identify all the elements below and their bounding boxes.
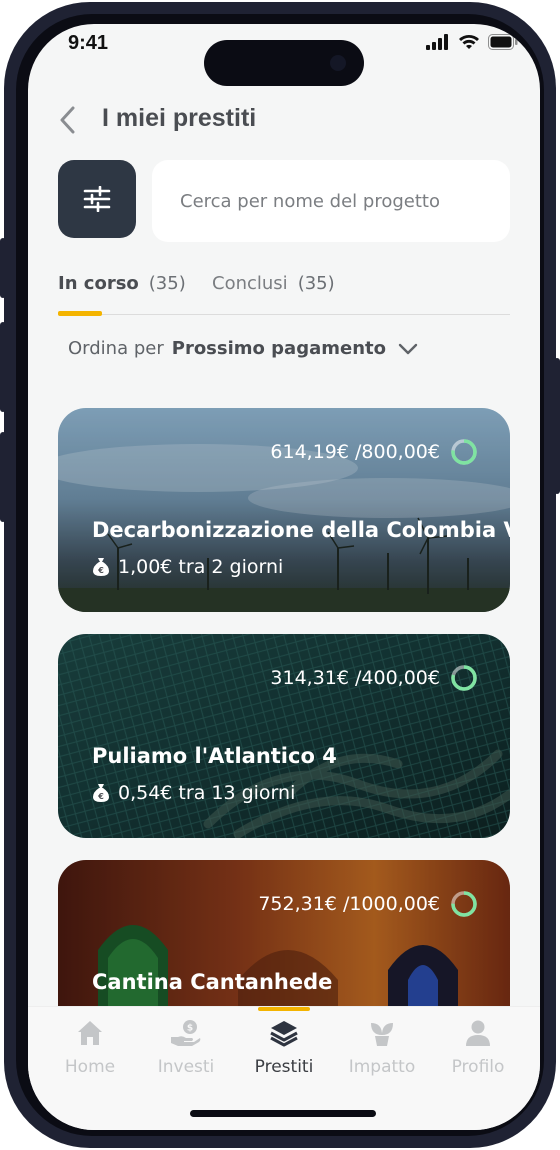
next-payment: € 0,54€ tra 13 giorni <box>92 782 295 804</box>
money-bag-icon: € <box>93 784 109 802</box>
app-screen: 9:41 I miei prestiti Cerca per nome del … <box>28 24 540 1130</box>
tab-label: Conclusi <box>212 273 288 294</box>
tab-divider <box>58 314 510 315</box>
search-input[interactable] <box>152 160 510 242</box>
loan-card[interactable]: 314,31€ /400,00€ Puliamo l'Atlantico 4 €… <box>58 634 510 838</box>
sort-label: Ordina per <box>68 338 164 359</box>
mute-switch <box>0 238 6 298</box>
amount-text: 752,31€ /1000,00€ <box>258 893 440 915</box>
home-indicator <box>190 1110 376 1117</box>
page-title: I miei prestiti <box>102 104 257 132</box>
layers-icon <box>270 1021 298 1047</box>
power-button <box>554 358 560 494</box>
back-button[interactable] <box>54 104 82 136</box>
loan-card[interactable]: 614,19€ /800,00€ Decarbonizzazione della… <box>58 408 510 612</box>
payment-text: 0,54€ tra 13 giorni <box>118 782 296 804</box>
svg-text:$: $ <box>187 1024 193 1034</box>
nav-label: Impatto <box>348 1057 416 1077</box>
plant-icon <box>371 1023 393 1046</box>
nav-home[interactable]: Home <box>40 1019 140 1077</box>
cellular-signal-icon <box>426 34 448 50</box>
battery-icon <box>488 34 518 50</box>
wifi-icon <box>459 35 479 49</box>
loan-title: Puliamo l'Atlantico 4 <box>92 744 337 768</box>
home-icon <box>78 1021 102 1045</box>
progress-ring-icon <box>451 891 477 917</box>
sort-dropdown[interactable]: Ordina per Prossimo pagamento <box>68 338 418 359</box>
tab-in-corso[interactable]: In corso (35) <box>58 273 186 294</box>
nav-label: Home <box>64 1057 116 1077</box>
nav-label: Prestiti <box>254 1057 314 1077</box>
payment-text: 1,00€ tra 2 giorni <box>118 556 284 578</box>
amount-text: 614,19€ /800,00€ <box>270 441 440 463</box>
nav-label: Profilo <box>451 1057 505 1077</box>
chevron-down-icon <box>398 343 418 354</box>
phone-frame: 9:41 I miei prestiti Cerca per nome del … <box>0 2 560 1148</box>
status-icons <box>426 34 518 50</box>
invest-hand-icon: $ <box>171 1020 201 1046</box>
loan-title: Cantina Cantanhede <box>92 970 333 994</box>
progress-ring-icon <box>451 665 477 691</box>
status-bar: 9:41 <box>28 24 540 86</box>
tab-count: (35) <box>148 273 186 294</box>
amount-text: 314,31€ /400,00€ <box>270 667 440 689</box>
loan-amount: 752,31€ /1000,00€ <box>258 890 478 918</box>
nav-impatto[interactable]: Impatto <box>332 1019 432 1077</box>
tab-conclusi[interactable]: Conclusi (35) <box>212 273 335 294</box>
money-bag-icon: € <box>93 558 109 576</box>
dynamic-island <box>204 40 364 86</box>
tab-label: In corso <box>58 273 139 294</box>
next-payment: € 1,00€ tra 2 giorni <box>92 556 283 578</box>
nav-prestiti[interactable]: Prestiti <box>234 1019 334 1077</box>
volume-up-button <box>0 322 6 412</box>
nav-label: Investi <box>157 1057 215 1077</box>
loan-title: Decarbonizzazione della Colombia V <box>92 518 510 542</box>
person-icon <box>466 1020 490 1046</box>
tab-count: (35) <box>297 273 335 294</box>
sliders-icon <box>83 186 111 212</box>
active-tab-indicator <box>58 311 102 316</box>
loan-amount: 614,19€ /800,00€ <box>270 438 478 466</box>
status-time: 9:41 <box>68 32 109 54</box>
active-nav-indicator <box>258 1007 310 1011</box>
loan-tabs: In corso (35) Conclusi (35) <box>28 269 540 317</box>
camera-icon <box>330 55 346 71</box>
loan-amount: 314,31€ /400,00€ <box>270 664 478 692</box>
nav-investi[interactable]: $ Investi <box>136 1019 236 1077</box>
nav-profilo[interactable]: Profilo <box>428 1019 528 1077</box>
filter-button[interactable] <box>58 160 136 238</box>
chevron-left-icon <box>60 106 75 134</box>
sort-value: Prossimo pagamento <box>171 338 386 359</box>
svg-text:€: € <box>97 566 104 575</box>
progress-ring-icon <box>451 439 477 465</box>
svg-text:€: € <box>97 792 104 801</box>
volume-down-button <box>0 432 6 522</box>
